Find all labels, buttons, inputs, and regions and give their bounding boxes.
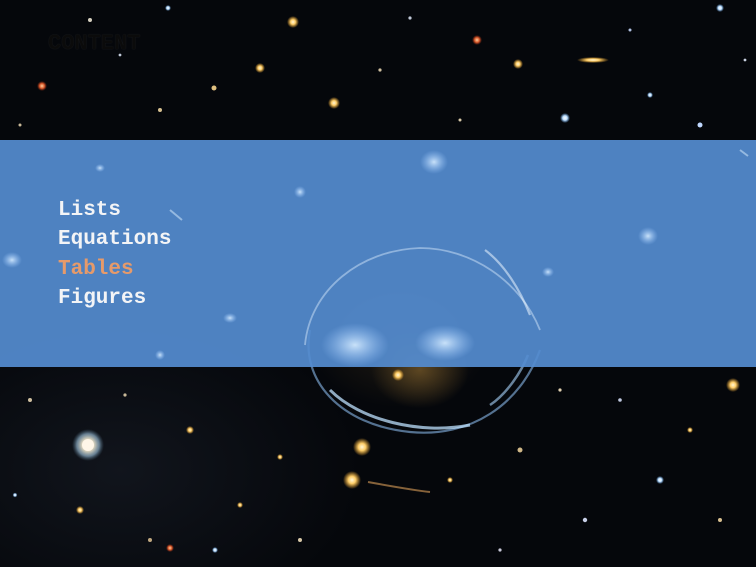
section-title: CONTENT — [48, 31, 141, 56]
list-item-tables-active: Tables — [58, 257, 134, 281]
list-item-lists: Lists — [58, 199, 122, 222]
list-item-figures: Figures — [58, 286, 147, 310]
list-item-equations: Equations — [58, 228, 172, 252]
content-list: Lists Equations Tables Figures — [58, 196, 171, 313]
slide: CONTENT Lists Equations Tables Figures — [0, 0, 756, 567]
